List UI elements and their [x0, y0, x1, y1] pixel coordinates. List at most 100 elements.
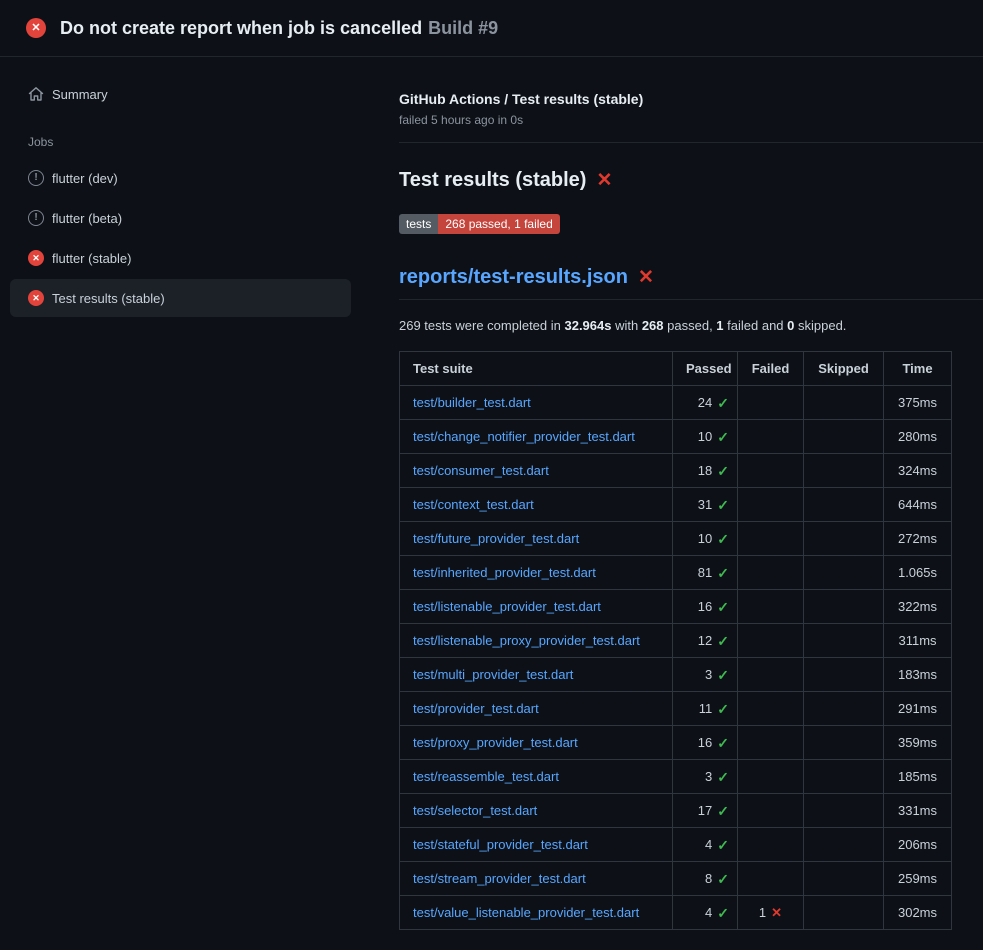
- check-icon: ✓: [717, 600, 729, 614]
- sidebar-item-summary[interactable]: Summary: [10, 75, 351, 113]
- sidebar: Summary Jobs ! flutter (dev) ! flutter (…: [0, 57, 399, 950]
- test-suite-link[interactable]: test/multi_provider_test.dart: [413, 667, 573, 682]
- check-icon: ✓: [717, 804, 729, 818]
- time-cell: 280ms: [884, 420, 952, 454]
- passed-count: 8: [705, 871, 712, 886]
- cross-icon: ✕: [771, 906, 782, 919]
- skipped-cell: [804, 726, 884, 760]
- column-header-time: Time: [884, 352, 952, 386]
- jobs-section-label: Jobs: [28, 135, 399, 149]
- time-cell: 272ms: [884, 522, 952, 556]
- passed-count: 3: [705, 769, 712, 784]
- passed-count: 16: [698, 599, 712, 614]
- report-file-link[interactable]: reports/test-results.json: [399, 266, 628, 289]
- test-suite-link[interactable]: test/listenable_provider_test.dart: [413, 599, 601, 614]
- skipped-cell: [804, 896, 884, 930]
- skipped-cell: [804, 760, 884, 794]
- skipped-cell: [804, 522, 884, 556]
- sidebar-item-test-results-stable[interactable]: ✕ Test results (stable): [10, 279, 351, 317]
- test-suite-link[interactable]: test/stream_provider_test.dart: [413, 871, 586, 886]
- job-label: flutter (stable): [52, 251, 131, 266]
- skipped-cell: [804, 386, 884, 420]
- summary-part: passed,: [664, 318, 717, 333]
- table-row: test/selector_test.dart 17✓ ✕ 331ms: [400, 794, 952, 828]
- time-cell: 1.065s: [884, 556, 952, 590]
- passed-count: 10: [698, 429, 712, 444]
- time-cell: 259ms: [884, 862, 952, 896]
- report-heading: reports/test-results.json ✕: [399, 266, 983, 300]
- table-row: test/listenable_provider_test.dart 16✓ ✕…: [400, 590, 952, 624]
- time-cell: 311ms: [884, 624, 952, 658]
- sidebar-item-flutter-beta[interactable]: ! flutter (beta): [10, 199, 351, 237]
- page: ✕ Do not create report when job is cance…: [0, 0, 983, 950]
- build-title: Do not create report when job is cancell…: [60, 18, 498, 39]
- table-row: test/builder_test.dart 24✓ ✕ 375ms: [400, 386, 952, 420]
- time-cell: 644ms: [884, 488, 952, 522]
- check-icon: ✓: [717, 838, 729, 852]
- summary-part: 269 tests were completed in: [399, 318, 564, 333]
- time-cell: 185ms: [884, 760, 952, 794]
- check-icon: ✓: [717, 668, 729, 682]
- passed-count: 24: [698, 395, 712, 410]
- passed-count: 31: [698, 497, 712, 512]
- test-suite-link[interactable]: test/value_listenable_provider_test.dart: [413, 905, 639, 920]
- passed-count: 16: [698, 735, 712, 750]
- check-icon: ✓: [717, 566, 729, 580]
- summary-failed-count: 1: [716, 318, 723, 333]
- build-number: Build #9: [428, 18, 498, 38]
- section-title-text: Test results (stable): [399, 169, 586, 192]
- passed-count: 18: [698, 463, 712, 478]
- test-suite-link[interactable]: test/selector_test.dart: [413, 803, 537, 818]
- table-row: test/stateful_provider_test.dart 4✓ ✕ 20…: [400, 828, 952, 862]
- test-suite-link[interactable]: test/future_provider_test.dart: [413, 531, 579, 546]
- table-row: test/value_listenable_provider_test.dart…: [400, 896, 952, 930]
- skipped-cell: [804, 862, 884, 896]
- test-suite-link[interactable]: test/change_notifier_provider_test.dart: [413, 429, 635, 444]
- passed-count: 4: [705, 905, 712, 920]
- table-row: test/provider_test.dart 11✓ ✕ 291ms: [400, 692, 952, 726]
- table-row: test/stream_provider_test.dart 8✓ ✕ 259m…: [400, 862, 952, 896]
- passed-count: 81: [698, 565, 712, 580]
- passed-count: 11: [699, 701, 713, 716]
- table-row: test/multi_provider_test.dart 3✓ ✕ 183ms: [400, 658, 952, 692]
- passed-count: 3: [705, 667, 712, 682]
- skipped-cell: [804, 556, 884, 590]
- divider: [399, 142, 983, 143]
- time-cell: 291ms: [884, 692, 952, 726]
- test-results-table: Test suite Passed Failed Skipped Time te…: [399, 351, 952, 930]
- table-row: test/reassemble_test.dart 3✓ ✕ 185ms: [400, 760, 952, 794]
- test-suite-link[interactable]: test/listenable_proxy_provider_test.dart: [413, 633, 640, 648]
- build-failed-status-icon: ✕: [26, 18, 46, 38]
- test-suite-link[interactable]: test/proxy_provider_test.dart: [413, 735, 578, 750]
- home-icon: [28, 86, 44, 102]
- sidebar-item-flutter-stable[interactable]: ✕ flutter (stable): [10, 239, 351, 277]
- check-icon: ✓: [717, 464, 729, 478]
- test-suite-link[interactable]: test/inherited_provider_test.dart: [413, 565, 596, 580]
- skipped-cell: [804, 420, 884, 454]
- test-suite-link[interactable]: test/reassemble_test.dart: [413, 769, 559, 784]
- test-suite-link[interactable]: test/provider_test.dart: [413, 701, 539, 716]
- job-label: flutter (dev): [52, 171, 118, 186]
- time-cell: 359ms: [884, 726, 952, 760]
- test-suite-link[interactable]: test/context_test.dart: [413, 497, 534, 512]
- skipped-cell: [804, 692, 884, 726]
- passed-count: 10: [698, 531, 712, 546]
- test-suite-link[interactable]: test/builder_test.dart: [413, 395, 531, 410]
- check-icon: ✓: [717, 532, 729, 546]
- failed-status-icon: ✕: [28, 290, 44, 306]
- sidebar-summary-label: Summary: [52, 87, 108, 102]
- column-header-skipped: Skipped: [804, 352, 884, 386]
- column-header-failed: Failed: [738, 352, 804, 386]
- sidebar-item-flutter-dev[interactable]: ! flutter (dev): [10, 159, 351, 197]
- failed-x-icon: ✕: [638, 266, 654, 289]
- passed-count: 17: [698, 803, 712, 818]
- time-cell: 206ms: [884, 828, 952, 862]
- badge-label: tests: [399, 214, 438, 234]
- badge-value: 268 passed, 1 failed: [438, 214, 559, 234]
- check-icon: ✓: [717, 702, 729, 716]
- test-suite-link[interactable]: test/consumer_test.dart: [413, 463, 549, 478]
- passed-count: 12: [698, 633, 712, 648]
- table-row: test/consumer_test.dart 18✓ ✕ 324ms: [400, 454, 952, 488]
- test-suite-link[interactable]: test/stateful_provider_test.dart: [413, 837, 588, 852]
- skipped-cell: [804, 590, 884, 624]
